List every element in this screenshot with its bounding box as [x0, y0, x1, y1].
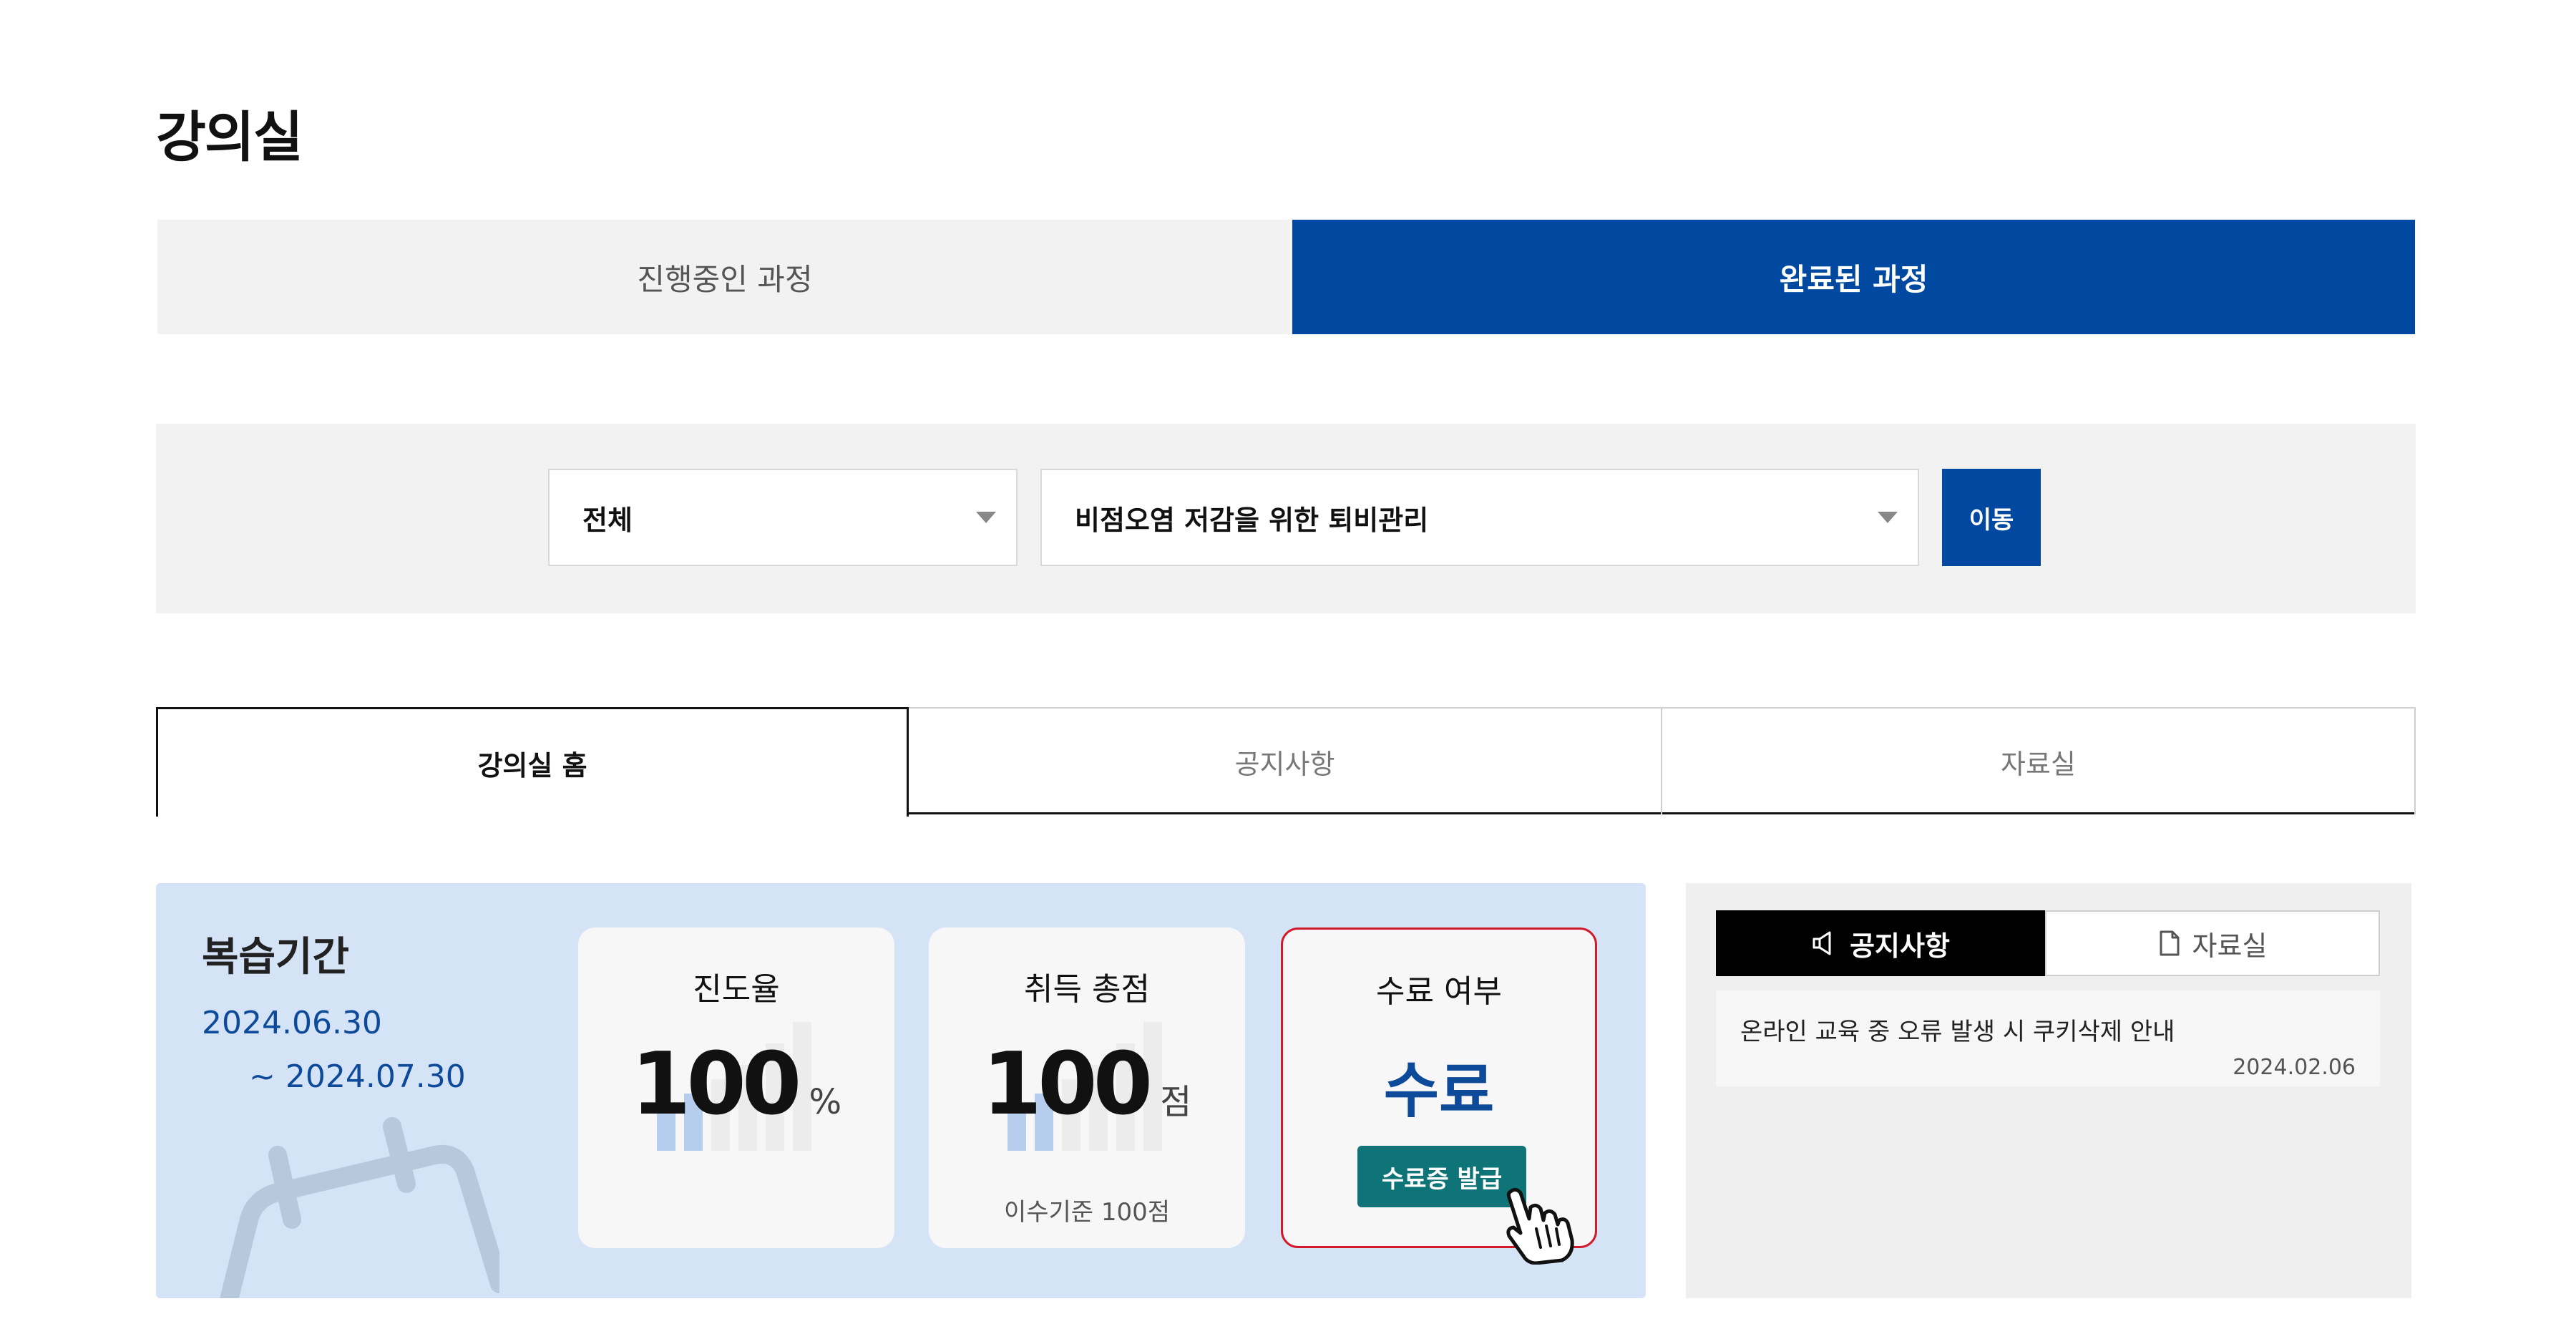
review-start-date: 2024.06.30: [202, 1005, 382, 1041]
course-select[interactable]: 비점오염 저감을 위한 퇴비관리: [1040, 469, 1919, 566]
progress-label: 진도율: [693, 971, 780, 1008]
score-number: 100: [982, 1035, 1153, 1134]
page-title: 강의실: [156, 105, 303, 169]
score-label: 취득 총점: [1024, 971, 1150, 1008]
notice-tab-resources-label: 자료실: [2192, 930, 2268, 962]
chevron-down-icon: [1878, 512, 1898, 523]
course-select-value: 비점오염 저감을 위한 퇴비관리: [1075, 504, 1429, 536]
notice-date: 2024.02.06: [2233, 1055, 2356, 1080]
hand-pointer-icon: [1506, 1187, 1574, 1265]
progress-value: 100%: [578, 1035, 894, 1134]
progress-card: 진도율 100%: [578, 927, 894, 1248]
megaphone-icon: [1813, 931, 1831, 955]
notice-tab-notices[interactable]: 공지사항: [1716, 910, 2045, 976]
course-filter-bar: 전체 비점오염 저감을 위한 퇴비관리 이동: [156, 424, 2416, 613]
classroom-tabs: 강의실 홈 공지사항 자료실: [156, 707, 2416, 817]
review-period-title: 복습기간: [202, 934, 350, 980]
list-item[interactable]: 온라인 교육 중 오류 발생 시 쿠키삭제 안내 2024.02.06: [1716, 990, 2380, 1086]
tab-classroom-home[interactable]: 강의실 홈: [156, 707, 909, 817]
category-select[interactable]: 전체: [548, 469, 1018, 566]
tab-resources[interactable]: 자료실: [1662, 707, 2416, 814]
tab-in-progress[interactable]: 진행중인 과정: [157, 220, 1292, 334]
score-unit: 점: [1160, 1082, 1192, 1122]
progress-unit: %: [809, 1082, 842, 1122]
notice-tab-resources[interactable]: 자료실: [2045, 910, 2380, 976]
course-status-tabs: 진행중인 과정 완료된 과정: [157, 220, 2415, 334]
chevron-down-icon: [976, 512, 996, 523]
review-end-date: ~ 2024.07.30: [249, 1058, 466, 1095]
category-select-value: 전체: [582, 504, 633, 536]
notice-title[interactable]: 온라인 교육 중 오류 발생 시 쿠키삭제 안내: [1740, 1012, 2175, 1047]
progress-number: 100: [630, 1035, 801, 1134]
notice-tab-notices-label: 공지사항: [1850, 930, 1950, 962]
notice-panel: 공지사항 자료실 온라인 교육 중 오류 발생 시 쿠키삭제 안내 2024.0…: [1686, 883, 2411, 1298]
completion-status: 수료: [1383, 1056, 1495, 1126]
notice-tabs: 공지사항 자료실: [1716, 910, 2380, 976]
tab-completed[interactable]: 완료된 과정: [1292, 220, 2415, 334]
calendar-icon: [220, 1117, 499, 1298]
completion-label: 수료 여부: [1376, 973, 1502, 1010]
score-criteria-note: 이수기준 100점: [1003, 1198, 1171, 1227]
score-value: 100 점: [929, 1035, 1245, 1134]
review-panel: 복습기간 2024.06.30 ~ 2024.07.30 진도율 100% 취득…: [156, 883, 1646, 1298]
go-button[interactable]: 이동: [1942, 469, 2041, 566]
score-card: 취득 총점 100 점 이수기준 100점: [929, 927, 1245, 1248]
tab-notices[interactable]: 공지사항: [909, 707, 1662, 814]
completion-card: 수료 여부 수료 수료증 발급: [1281, 927, 1597, 1265]
document-icon: [2160, 930, 2180, 956]
